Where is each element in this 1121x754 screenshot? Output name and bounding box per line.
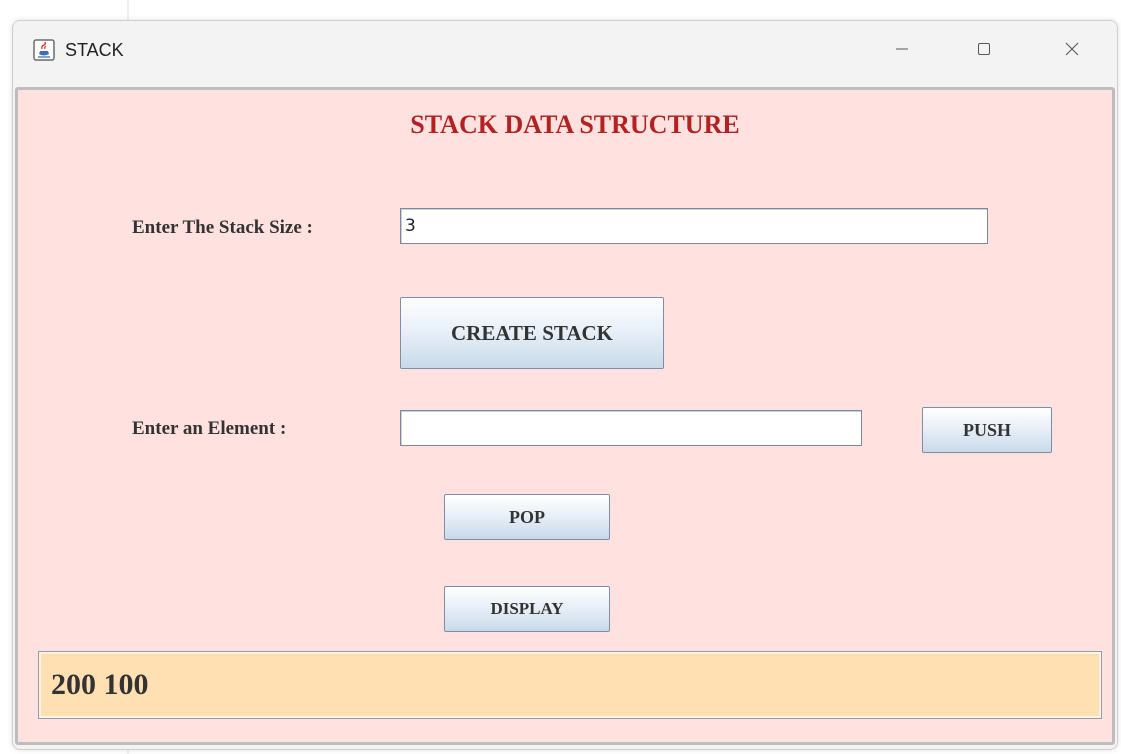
- pop-button[interactable]: POP: [444, 494, 610, 540]
- title-bar[interactable]: STACK: [13, 21, 1117, 83]
- close-icon: [1064, 41, 1080, 61]
- window-title: STACK: [65, 40, 124, 60]
- stack-panel: STACK DATA STRUCTURE Enter The Stack Siz…: [15, 87, 1115, 745]
- minimize-button[interactable]: [879, 33, 925, 69]
- app-window: STACK STACK DATA STRUCTURE Enter The Sta…: [12, 20, 1118, 750]
- stack-size-label: Enter The Stack Size :: [132, 217, 313, 238]
- maximize-button[interactable]: [961, 33, 1007, 69]
- element-input[interactable]: [400, 410, 862, 446]
- display-button[interactable]: DISPLAY: [444, 586, 610, 632]
- output-display: 200 100: [38, 651, 1102, 719]
- push-button[interactable]: PUSH: [922, 407, 1052, 453]
- maximize-icon: [976, 41, 992, 61]
- element-label: Enter an Element :: [132, 418, 287, 439]
- minimize-icon: [894, 41, 910, 61]
- close-button[interactable]: [1049, 33, 1095, 69]
- page-title: STACK DATA STRUCTURE: [410, 110, 740, 139]
- create-stack-button[interactable]: CREATE STACK: [400, 297, 664, 369]
- stack-size-input[interactable]: 3: [400, 208, 988, 244]
- java-cup-icon: [33, 39, 55, 61]
